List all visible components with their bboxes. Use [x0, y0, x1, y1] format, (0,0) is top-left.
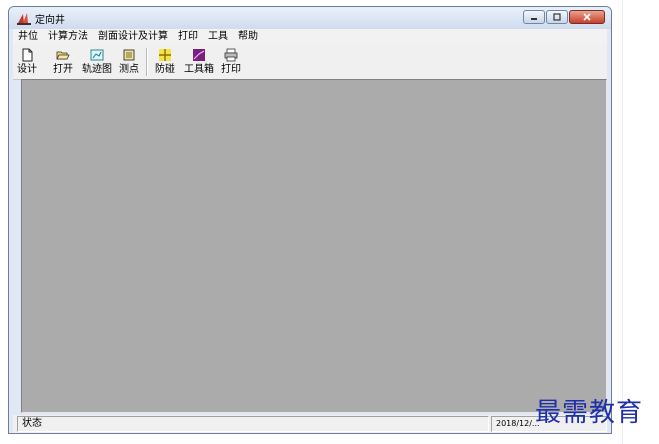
- page-edge-line: [622, 0, 623, 444]
- menu-help[interactable]: 帮助: [233, 29, 263, 45]
- title-bar[interactable]: 定向井: [9, 7, 611, 29]
- survey-points-label: 测点: [119, 64, 139, 75]
- minimize-button[interactable]: [523, 10, 545, 24]
- open-label: 打开: [53, 64, 73, 75]
- survey-points-icon: [123, 49, 135, 61]
- menu-print[interactable]: 打印: [173, 29, 203, 45]
- trajectory-chart-icon: [90, 49, 104, 61]
- toolbar: 设计 打开 轨迹图 测点 防碰 工具箱 打印: [13, 45, 607, 80]
- menu-tools[interactable]: 工具: [203, 29, 233, 45]
- design-button[interactable]: 设计: [15, 45, 39, 75]
- app-icon: [17, 13, 31, 25]
- window-controls: [523, 10, 605, 24]
- mdi-client-area[interactable]: [21, 79, 607, 413]
- print-button[interactable]: 打印: [219, 45, 243, 75]
- print-label: 打印: [221, 64, 241, 75]
- survey-points-button[interactable]: 测点: [117, 45, 141, 75]
- toolbox-icon: [193, 49, 205, 61]
- menu-profile-design[interactable]: 剖面设计及计算: [93, 29, 173, 45]
- main-window: 定向井 井位 计算方法 剖面设计及计算 打印 工具 帮助 设计 打开 轨迹图 测…: [8, 6, 612, 434]
- menu-well-position[interactable]: 井位: [13, 29, 43, 45]
- open-button[interactable]: 打开: [51, 45, 75, 75]
- status-text: 状态: [17, 416, 489, 432]
- toolbar-separator: [146, 48, 148, 76]
- window-title: 定向井: [35, 14, 65, 26]
- toolbox-label: 工具箱: [184, 64, 214, 75]
- status-bar: 状态 2018/12/...: [13, 415, 607, 433]
- anti-collision-label: 防碰: [155, 64, 175, 75]
- maximize-icon: [553, 13, 561, 21]
- open-folder-icon: [56, 51, 70, 60]
- watermark: 最需教育: [535, 398, 644, 428]
- trajectory-label: 轨迹图: [82, 64, 112, 75]
- anti-collision-button[interactable]: 防碰: [153, 45, 177, 75]
- menu-bar: 井位 计算方法 剖面设计及计算 打印 工具 帮助: [13, 29, 607, 45]
- new-document-icon: [22, 48, 33, 62]
- design-label: 设计: [17, 64, 37, 75]
- trajectory-button[interactable]: 轨迹图: [81, 45, 113, 75]
- menu-calculation-method[interactable]: 计算方法: [43, 29, 93, 45]
- printer-icon: [224, 48, 238, 62]
- close-button[interactable]: [569, 10, 605, 24]
- minimize-icon: [531, 18, 537, 20]
- anti-collision-icon: [159, 49, 171, 61]
- close-icon: [583, 13, 591, 21]
- maximize-button[interactable]: [546, 10, 568, 24]
- toolbox-button[interactable]: 工具箱: [183, 45, 215, 75]
